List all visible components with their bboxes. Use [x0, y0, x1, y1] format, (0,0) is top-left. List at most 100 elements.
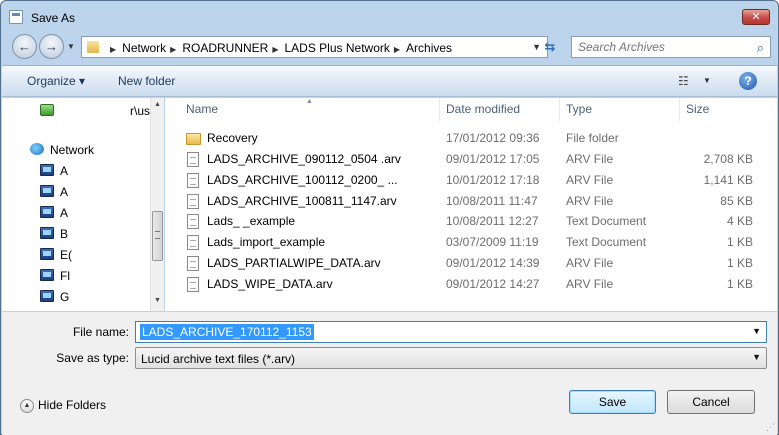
chevron-right-icon[interactable]: ▶: [110, 45, 116, 54]
computer-icon: [40, 248, 54, 260]
close-button[interactable]: ✕: [742, 9, 770, 25]
command-toolbar: Organize ▾ New folder ☷ ▼ ?: [2, 65, 777, 97]
file-size: 1 KB: [726, 256, 753, 270]
file-name-dropdown-icon[interactable]: ▼: [752, 326, 761, 336]
scroll-down-icon[interactable]: ▼: [154, 297, 161, 304]
file-type: ARV File: [566, 194, 614, 208]
file-row[interactable]: LADS_PARTIALWIPE_DATA.arv 09/01/2012 14:…: [165, 253, 777, 274]
computer-icon: [40, 227, 54, 239]
navigation-pane: r\us Network A A A B E( Fl G: [2, 98, 150, 311]
file-row[interactable]: LADS_ARCHIVE_100112_0200_ ... 10/01/2012…: [165, 170, 777, 191]
file-name: LADS_WIPE_DATA.arv: [207, 277, 333, 291]
breadcrumb-roadrunner[interactable]: ROADRUNNER: [182, 41, 268, 55]
scrollbar-thumb[interactable]: [152, 211, 163, 261]
nav-item-label: Network: [50, 143, 95, 157]
file-name: Lads_import_example: [207, 235, 326, 249]
file-row[interactable]: LADS_ARCHIVE_090112_0504 .arv 09/01/2012…: [165, 149, 777, 170]
file-date: 10/08/2011 11:47: [446, 194, 538, 208]
file-type: Text Document: [566, 235, 647, 249]
text-file-icon: [187, 235, 199, 250]
back-button[interactable]: ←: [12, 34, 37, 59]
chevron-up-icon: ▲: [20, 398, 34, 413]
file-icon: [187, 152, 199, 167]
nav-item-label: r\us: [130, 104, 150, 118]
nav-item-label: A: [60, 185, 69, 199]
search-box[interactable]: ⌕: [571, 36, 771, 58]
nav-item-label: Fl: [60, 269, 70, 283]
file-row[interactable]: LADS_WIPE_DATA.arv 09/01/2012 14:27 ARV …: [165, 274, 777, 295]
network-share-icon: [40, 104, 54, 116]
column-header-size[interactable]: Size: [678, 98, 777, 121]
search-icon[interactable]: ⌕: [757, 40, 764, 56]
nav-item-label: E(: [60, 248, 72, 262]
network-icon: [30, 143, 44, 155]
views-dropdown-icon[interactable]: ▼: [703, 76, 711, 85]
file-icon: [187, 277, 199, 292]
file-size: 1,141 KB: [703, 173, 753, 187]
file-date: 09/01/2012 14:39: [446, 256, 540, 270]
new-folder-button[interactable]: New folder: [118, 74, 175, 88]
resize-grip-icon[interactable]: ⋰: [766, 422, 775, 433]
recent-pages-dropdown-icon[interactable]: ▼: [67, 42, 75, 51]
file-name: LADS_ARCHIVE_100811_1147.arv: [207, 194, 397, 208]
dialog-icon: [9, 10, 23, 24]
forward-button[interactable]: →: [39, 34, 64, 59]
file-row[interactable]: Recovery 17/01/2012 09:36 File folder: [165, 128, 777, 149]
file-name: LADS_ARCHIVE_090112_0504 .arv: [207, 152, 401, 166]
file-name: Recovery: [207, 131, 258, 145]
file-size: 2,708 KB: [703, 152, 753, 166]
organize-button[interactable]: Organize ▾: [27, 74, 85, 88]
column-header-type[interactable]: Type: [558, 98, 680, 121]
file-name-input[interactable]: LADS_ARCHIVE_170112_1153 ▼: [135, 321, 767, 343]
save-as-type-select[interactable]: Lucid archive text files (*.arv) ▼: [135, 347, 767, 369]
file-row[interactable]: Lads_import_example 03/07/2009 11:19 Tex…: [165, 232, 777, 253]
file-row[interactable]: LADS_ARCHIVE_100811_1147.arv 10/08/2011 …: [165, 191, 777, 212]
breadcrumb-lads-plus-network[interactable]: LADS Plus Network: [285, 41, 390, 55]
column-header-date-modified[interactable]: Date modified: [438, 98, 560, 121]
file-name-label: File name:: [72, 325, 129, 339]
folder-icon: [186, 133, 201, 145]
chevron-right-icon[interactable]: ▶: [272, 45, 278, 54]
breadcrumb: ▶ Network ▶ ROADRUNNER ▶ LADS Plus Network ▶ Ar…: [106, 41, 452, 55]
chevron-right-icon[interactable]: ▶: [394, 45, 400, 54]
folder-icon: [87, 41, 99, 53]
column-header-name[interactable]: Name: [178, 98, 440, 121]
nav-item-label: G: [60, 290, 70, 304]
search-input[interactable]: [578, 40, 748, 54]
help-icon[interactable]: ?: [739, 72, 757, 90]
save-form: File name: LADS_ARCHIVE_170112_1153 ▼ Sa…: [2, 312, 777, 435]
address-row: ← → ▼ ▶ Network ▶ ROADRUNNER ▶ LADS Plus Netw…: [9, 33, 771, 61]
file-list: ▲ Name Date modified Type Size Recovery …: [165, 98, 777, 311]
navigation-scrollbar[interactable]: ▲ ▼: [150, 98, 164, 311]
file-date: 17/01/2012 09:36: [446, 131, 540, 145]
file-type: Text Document: [566, 214, 647, 228]
address-bar[interactable]: ▶ Network ▶ ROADRUNNER ▶ LADS Plus Network ▶ Ar…: [81, 36, 548, 58]
computer-icon: [40, 269, 54, 281]
breadcrumb-network[interactable]: Network: [122, 41, 166, 55]
hide-folders-button[interactable]: ▲ Hide Folders: [20, 398, 106, 413]
save-button[interactable]: Save: [569, 390, 656, 414]
file-icon: [187, 194, 199, 209]
file-name: LADS_ARCHIVE_100112_0200_ ...: [207, 173, 398, 187]
breadcrumb-archives[interactable]: Archives: [406, 41, 452, 55]
file-name: Lads_ _example: [207, 214, 296, 228]
nav-item-label: B: [60, 227, 69, 241]
file-date: 10/01/2012 17:18: [446, 173, 540, 187]
file-type: ARV File: [566, 277, 614, 291]
save-as-type-dropdown-icon[interactable]: ▼: [752, 352, 761, 362]
chevron-right-icon[interactable]: ▶: [170, 45, 176, 54]
refresh-icon[interactable]: ⇆: [539, 36, 561, 58]
cancel-button[interactable]: Cancel: [667, 390, 755, 414]
file-icon: [187, 173, 199, 188]
title-bar[interactable]: Save As ✕: [1, 1, 778, 31]
scroll-up-icon[interactable]: ▲: [154, 101, 161, 108]
views-icon[interactable]: ☷: [678, 74, 689, 88]
file-size: 1 KB: [726, 277, 753, 291]
file-type: ARV File: [566, 152, 614, 166]
computer-icon: [40, 185, 54, 197]
file-type: ARV File: [566, 256, 614, 270]
file-row[interactable]: Lads_ _example 10/08/2011 12:27 Text Doc…: [165, 211, 777, 232]
file-name-value[interactable]: LADS_ARCHIVE_170112_1153: [140, 324, 314, 340]
hide-folders-label: Hide Folders: [38, 398, 107, 412]
file-icon: [187, 256, 199, 271]
